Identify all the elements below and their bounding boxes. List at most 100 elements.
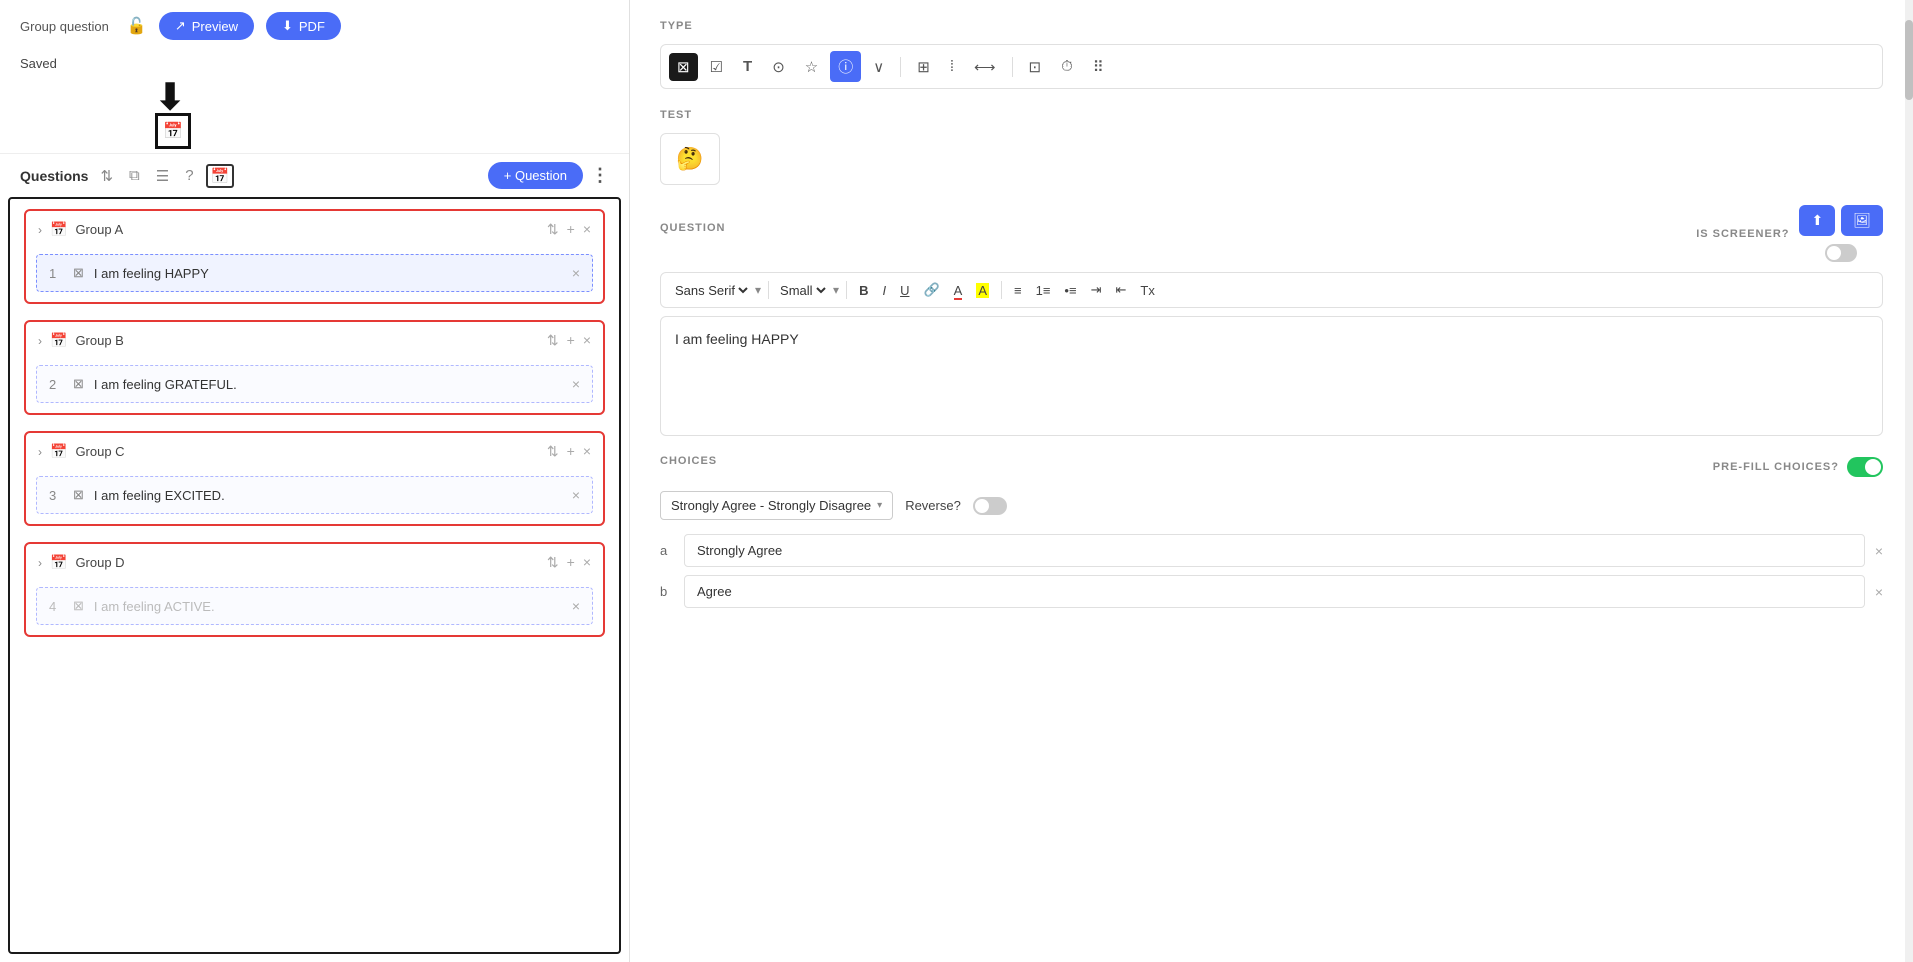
choice-row-a: a × [660,534,1883,567]
questions-title: Questions [20,168,88,184]
pdf-button[interactable]: ⬇ PDF [266,12,341,40]
type-dropdown-btn[interactable]: ∨ [865,53,892,81]
copy-icon-btn[interactable]: ⧉ [125,165,144,186]
group-d-sort[interactable]: ⇅ [547,554,559,571]
screener-toggle[interactable] [1825,244,1857,262]
type-star-btn[interactable]: ☆ [797,53,826,81]
type-info-btn[interactable]: ⓘ [830,51,861,82]
questions-bar: Questions ⇅ ⧉ ☰ ? 📅 + Question ⋮ [0,153,629,197]
pre-fill-label: PRE-FILL CHOICES? [1713,461,1839,473]
scrollbar-thumb[interactable] [1905,20,1913,100]
q1-text: I am feeling HAPPY [94,266,562,281]
choice-a-input[interactable] [684,534,1865,567]
italic-btn[interactable]: I [877,280,891,301]
list-icon-btn[interactable]: ☰ [152,165,173,187]
q3-close[interactable]: × [572,487,580,503]
calendar-icon-btn[interactable]: 📅 [206,164,235,188]
is-screener-area: IS SCREENER? ⬆ 🖼 [1696,205,1883,262]
choice-b-input[interactable] [684,575,1865,608]
test-box[interactable]: 🤔 [660,133,720,185]
text-color-btn[interactable]: A [949,280,968,301]
type-grid-btn[interactable]: ⊞ [909,53,938,81]
group-b-sort[interactable]: ⇅ [547,332,559,349]
group-c-sort[interactable]: ⇅ [547,443,559,460]
question-item-4[interactable]: 4 ⊠ I am feeling ACTIVE. × [36,587,593,625]
q4-close[interactable]: × [572,598,580,614]
preview-button[interactable]: ↗ Preview [159,12,254,40]
group-a-expand[interactable]: › [38,223,42,237]
pre-fill-toggle[interactable] [1847,457,1883,477]
q1-close[interactable]: × [572,265,580,281]
reverse-toggle[interactable] [973,497,1007,515]
text-highlight-btn[interactable]: A [971,280,994,301]
group-d-expand[interactable]: › [38,556,42,570]
type-dots-btn[interactable]: ⠿ [1085,53,1112,81]
bold-btn[interactable]: B [854,280,873,301]
group-b-add[interactable]: + [567,332,575,349]
group-b-expand[interactable]: › [38,334,42,348]
question-item-2[interactable]: 2 ⊠ I am feeling GRATEFUL. × [36,365,593,403]
choices-dropdown[interactable]: Strongly Agree - Strongly Disagree ▾ [660,491,893,520]
group-c-close[interactable]: × [583,443,591,460]
type-camera-btn[interactable]: ⊙ [764,53,793,81]
choice-a-remove[interactable]: × [1875,543,1883,559]
align-left-btn[interactable]: ≡ [1009,280,1027,301]
type-text-btn[interactable]: T [735,53,760,80]
group-a-sort[interactable]: ⇅ [547,221,559,238]
choices-header-row: CHOICES PRE-FILL CHOICES? [660,455,1883,479]
outdent-btn[interactable]: ⇤ [1110,279,1131,301]
upload-button[interactable]: ⬆ [1799,205,1835,236]
q2-close[interactable]: × [572,376,580,392]
q4-type-icon: ⊠ [73,598,84,614]
group-a-close[interactable]: × [583,221,591,238]
test-section: TEST 🤔 [660,109,1883,185]
type-matrix-x-btn[interactable]: ⊠ [669,53,698,81]
group-a-header: › 📅 Group A ⇅ + × [26,211,603,248]
group-b-close[interactable]: × [583,332,591,349]
ordered-list-btn[interactable]: 1≡ [1031,280,1056,301]
type-checkbox-btn[interactable]: ☑ [702,53,731,81]
clear-format-btn[interactable]: Tx [1135,280,1159,301]
choice-a-letter: a [660,543,674,558]
choice-b-letter: b [660,584,674,599]
group-b-actions: ⇅ + × [547,332,591,349]
underline-btn[interactable]: U [895,280,914,301]
group-c-expand[interactable]: › [38,445,42,459]
add-question-button[interactable]: + Question [488,162,583,189]
group-d-header: › 📅 Group D ⇅ + × [26,544,603,581]
link-btn[interactable]: 🔗 [918,279,944,301]
type-scale-btn[interactable]: ⁞ [942,53,962,80]
q1-type-icon: ⊠ [73,265,84,281]
question-item-1[interactable]: 1 ⊠ I am feeling HAPPY × [36,254,593,292]
group-a-add[interactable]: + [567,221,575,238]
lock-icon: 🔓 [127,16,147,36]
question-item-3[interactable]: 3 ⊠ I am feeling EXCITED. × [36,476,593,514]
group-d-actions: ⇅ + × [547,554,591,571]
help-icon-btn[interactable]: ? [181,165,197,186]
font-family-select[interactable]: Sans Serif [671,282,751,299]
group-d-add[interactable]: + [567,554,575,571]
font-size-select[interactable]: Small [776,282,829,299]
questions-container: › 📅 Group A ⇅ + × 1 ⊠ I am feeling HAPPY… [8,197,621,954]
image-button[interactable]: 🖼 [1841,205,1883,236]
type-clock-btn[interactable]: ⏱ [1053,53,1081,80]
group-c-add[interactable]: + [567,443,575,460]
type-arrow-btn[interactable]: ⟷ [966,53,1004,81]
q2-type-icon: ⊠ [73,376,84,392]
group-b-icon: 📅 [50,332,67,349]
choices-dropdown-value: Strongly Agree - Strongly Disagree [671,498,871,513]
type-image-grid-btn[interactable]: ⊡ [1021,53,1050,81]
group-d-close[interactable]: × [583,554,591,571]
indent-btn[interactable]: ⇥ [1086,279,1107,301]
choice-b-remove[interactable]: × [1875,584,1883,600]
pre-fill-row: PRE-FILL CHOICES? [1713,457,1883,477]
left-panel: Group question 🔓 ↗ Preview ⬇ PDF Saved ⬇… [0,0,630,962]
unordered-list-btn[interactable]: •≡ [1059,280,1081,301]
question-textarea[interactable]: I am feeling HAPPY [660,316,1883,436]
sort-icon-btn[interactable]: ⇅ [96,165,117,187]
choices-section-label: CHOICES [660,455,717,467]
group-c-name: Group C [75,444,538,459]
group-c-icon: 📅 [50,443,67,460]
more-options-button[interactable]: ⋮ [591,165,609,186]
question-header-row: QUESTION IS SCREENER? ⬆ 🖼 [660,205,1883,262]
